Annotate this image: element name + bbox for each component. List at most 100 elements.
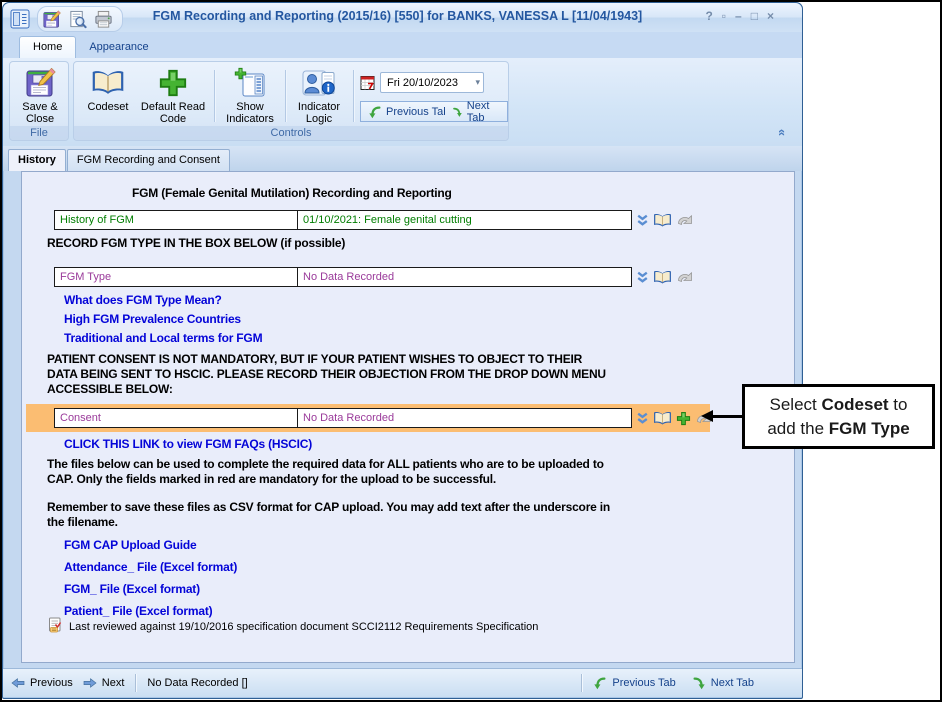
save-icon[interactable]: [40, 8, 62, 30]
next-tab-label: Next Tab: [711, 677, 754, 689]
indicator-logic-label: Indicator Logic: [289, 101, 349, 125]
codeset-book-icon[interactable]: [653, 411, 672, 426]
show-indicators-icon: [234, 65, 266, 101]
callout-line-2: add the FGM Type: [767, 417, 909, 441]
default-read-code-label: Default Read Code: [136, 101, 210, 125]
group-caption-controls: Controls: [74, 126, 508, 140]
record-fgm-instruction: RECORD FGM TYPE IN THE BOX BELOW (if pos…: [47, 236, 345, 251]
save-close-button[interactable]: Save & Close: [13, 65, 67, 125]
codeset-book-icon[interactable]: [653, 213, 672, 228]
next-tab-button[interactable]: Next Tab: [445, 101, 508, 122]
ribbon-collapse-icon[interactable]: «: [775, 129, 790, 136]
link-attendance-file[interactable]: Attendance_ File (Excel format): [64, 560, 237, 574]
link-high-prevalence-countries[interactable]: High FGM Prevalence Countries: [64, 312, 241, 326]
window-controls: ? ▫ – □ ×: [705, 9, 774, 23]
maximize-icon[interactable]: □: [751, 9, 758, 23]
previous-tab-label: Previous Tab: [612, 677, 675, 689]
callout-arrow-head: [701, 410, 713, 422]
note-icon: [47, 617, 63, 636]
right-arrow-icon: [83, 678, 97, 688]
close-icon[interactable]: ×: [767, 9, 774, 23]
next-tab-button-status[interactable]: Next Tab: [684, 676, 762, 690]
previous-label: Previous: [30, 677, 73, 689]
title-bar: FGM Recording and Reporting (2015/16) [5…: [3, 3, 802, 33]
group-caption-file: File: [10, 126, 68, 140]
left-arrow-icon: [11, 678, 25, 688]
page-title: FGM (Female Genital Mutilation) Recordin…: [132, 186, 452, 201]
date-picker[interactable]: Fri 20/10/2023 ▾: [380, 72, 484, 93]
tab-history[interactable]: History: [8, 149, 66, 171]
codeset-book-icon[interactable]: [653, 270, 672, 285]
chevron-down-icon[interactable]: [636, 270, 649, 285]
document-tab-strip: History FGM Recording and Consent: [3, 146, 802, 171]
link-traditional-local-terms[interactable]: Traditional and Local terms for FGM: [64, 331, 262, 345]
show-indicators-button[interactable]: Show Indicators: [218, 65, 282, 125]
field-value: 01/10/2021: Female genital cutting: [298, 211, 631, 229]
content-panel: FGM (Female Genital Mutilation) Recordin…: [21, 171, 795, 663]
previous-button[interactable]: Previous: [3, 677, 81, 689]
app-window: FGM Recording and Reporting (2015/16) [5…: [2, 2, 803, 699]
indicator-logic-button[interactable]: Indicator Logic: [289, 65, 349, 125]
field-consent[interactable]: Consent No Data Recorded: [54, 408, 632, 428]
save-close-icon: [24, 65, 56, 101]
field-label: Consent: [55, 409, 298, 427]
link-fgm-faqs[interactable]: CLICK THIS LINK to view FGM FAQs (HSCIC): [64, 437, 312, 451]
link-cap-upload-guide[interactable]: FGM CAP Upload Guide: [64, 538, 196, 552]
callout-arrow-line: [712, 415, 743, 418]
field-history-of-fgm[interactable]: History of FGM 01/10/2021: Female genita…: [54, 210, 632, 230]
previous-tab-button-status[interactable]: Previous Tab: [585, 676, 683, 690]
window-title: FGM Recording and Reporting (2015/16) [5…: [123, 9, 672, 23]
link-fgm-type-meaning[interactable]: What does FGM Type Mean?: [64, 293, 222, 307]
fullscreen-icon[interactable]: ▫: [722, 9, 726, 23]
calendar-icon: [360, 75, 376, 94]
record-status: No Data Recorded []: [139, 677, 255, 689]
help-icon[interactable]: ?: [705, 9, 712, 23]
ribbon-group-controls: Codeset Default Read Code Show Indicator…: [73, 61, 509, 141]
tab-fgm-recording-and-consent[interactable]: FGM Recording and Consent: [67, 149, 230, 171]
curl-right-arrow-icon: [452, 105, 463, 119]
print-preview-icon[interactable]: [66, 8, 88, 30]
field-label: History of FGM: [55, 211, 298, 229]
menu-icon[interactable]: [9, 8, 31, 30]
reviewed-note-text: Last reviewed against 19/10/2016 specifi…: [69, 621, 538, 633]
add-code-plus-icon[interactable]: [676, 411, 691, 426]
files-paragraph: The files below can be used to complete …: [47, 457, 604, 487]
field-label: FGM Type: [55, 268, 298, 286]
curl-left-arrow-icon: [593, 676, 607, 690]
next-tab-label: Next Tab: [467, 100, 500, 124]
tab-appearance[interactable]: Appearance: [76, 37, 161, 58]
previous-tab-button[interactable]: Previous Tab: [360, 101, 457, 122]
undo-icon[interactable]: [676, 270, 694, 284]
tab-home[interactable]: Home: [19, 36, 76, 58]
link-fgm-file[interactable]: FGM_ File (Excel format): [64, 582, 200, 596]
ribbon-separator: [285, 70, 286, 122]
next-button[interactable]: Next: [81, 677, 133, 689]
field-fgm-type[interactable]: FGM Type No Data Recorded: [54, 267, 632, 287]
consent-paragraph: PATIENT CONSENT IS NOT MANDATORY, BUT IF…: [47, 352, 606, 397]
show-indicators-label: Show Indicators: [218, 101, 282, 125]
next-label: Next: [102, 677, 125, 689]
callout-annotation: Select Codeset to add the FGM Type: [742, 384, 935, 449]
reviewed-note: Last reviewed against 19/10/2016 specifi…: [47, 617, 538, 636]
print-icon[interactable]: [92, 8, 114, 30]
default-read-code-icon: [158, 65, 188, 101]
ribbon-separator: [353, 70, 354, 122]
default-read-code-button[interactable]: Default Read Code: [136, 65, 210, 125]
callout-line-1: Select Codeset to: [770, 393, 908, 417]
status-divider: [581, 674, 582, 692]
chevron-down-icon[interactable]: [636, 411, 649, 426]
indicator-logic-icon: [302, 65, 336, 101]
minimize-icon[interactable]: –: [735, 9, 742, 23]
undo-icon[interactable]: [676, 213, 694, 227]
codeset-icon: [91, 65, 125, 101]
codeset-button[interactable]: Codeset: [82, 65, 134, 125]
field-actions: [636, 210, 694, 230]
save-close-label: Save & Close: [13, 101, 67, 125]
chevron-down-icon[interactable]: ▾: [475, 77, 480, 88]
ribbon-group-file: Save & Close File: [9, 61, 69, 141]
chevron-down-icon[interactable]: [636, 213, 649, 228]
ribbon: Save & Close File Codeset Default Read C…: [3, 58, 802, 147]
status-right-pane: Previous Tab Next Tab: [578, 674, 802, 692]
link-patient-file[interactable]: Patient_ File (Excel format): [64, 604, 212, 618]
field-value: No Data Recorded: [298, 268, 631, 286]
